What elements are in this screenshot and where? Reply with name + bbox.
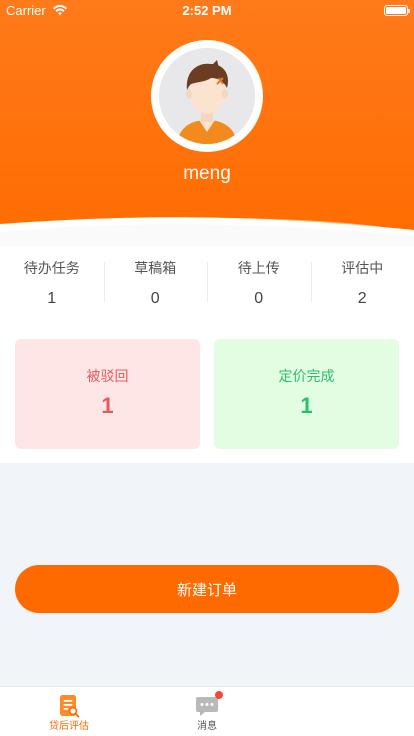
stat-value: 2 bbox=[357, 290, 367, 307]
avatar[interactable] bbox=[151, 40, 263, 152]
tab-bar: 贷后评估 消息 bbox=[0, 686, 414, 736]
tab-label: 贷后评估 bbox=[49, 721, 89, 732]
tab-messages[interactable]: 消息 bbox=[138, 687, 276, 736]
stat-to-upload[interactable]: 待上传 0 bbox=[207, 256, 311, 307]
stat-pending-tasks[interactable]: 待办任务 1 bbox=[0, 256, 104, 307]
rejected-card[interactable]: 被驳回 1 bbox=[15, 339, 200, 449]
tab-label: 消息 bbox=[197, 721, 217, 732]
stat-drafts[interactable]: 草稿箱 0 bbox=[103, 256, 208, 307]
header-curve bbox=[0, 217, 414, 248]
stat-label: 待上传 bbox=[237, 261, 280, 277]
stat-label: 草稿箱 bbox=[134, 261, 177, 277]
document-search-icon bbox=[60, 695, 80, 718]
status-bar: Carrier 2:52 PM bbox=[0, 0, 414, 22]
tab-post-loan-evaluation[interactable]: 贷后评估 bbox=[0, 687, 138, 736]
stat-label: 评估中 bbox=[341, 261, 384, 277]
priced-label: 定价完成 bbox=[278, 369, 335, 385]
clock: 2:52 PM bbox=[182, 3, 232, 18]
person-icon bbox=[159, 48, 255, 144]
new-order-button[interactable]: 新建订单 bbox=[15, 565, 399, 613]
battery-icon bbox=[384, 5, 410, 16]
chat-bubble-icon bbox=[195, 691, 223, 718]
priced-count: 1 bbox=[300, 393, 313, 418]
unread-badge bbox=[215, 691, 223, 699]
username: meng bbox=[183, 163, 231, 184]
stats-row: 待办任务 1 草稿箱 0 待上传 0 评估中 2 bbox=[0, 256, 414, 307]
stat-value: 0 bbox=[254, 290, 264, 307]
rejected-label: 被驳回 bbox=[86, 369, 129, 385]
rejected-count: 1 bbox=[101, 393, 114, 418]
stat-label: 待办任务 bbox=[23, 261, 80, 277]
task-panel: 待办任务 1 草稿箱 0 待上传 0 评估中 2 被驳回 1 定价完成 1 bbox=[0, 246, 414, 463]
stat-evaluating[interactable]: 评估中 2 bbox=[310, 256, 414, 307]
avatar-image bbox=[159, 48, 255, 144]
stat-value: 0 bbox=[150, 290, 160, 307]
priced-card[interactable]: 定价完成 1 bbox=[214, 339, 399, 449]
stat-value: 1 bbox=[47, 290, 57, 307]
